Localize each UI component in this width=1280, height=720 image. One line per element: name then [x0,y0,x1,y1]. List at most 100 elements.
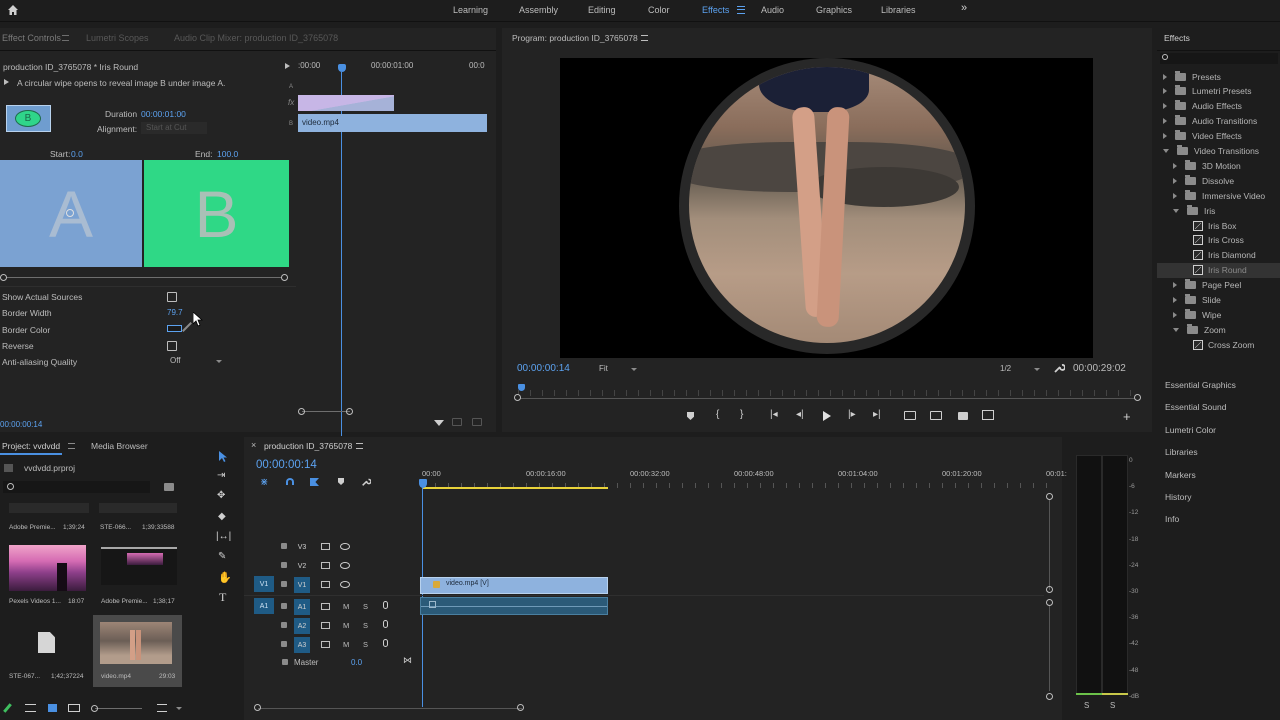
chevron-right-icon[interactable] [1163,88,1167,95]
play-triangle-icon[interactable] [285,63,290,69]
mini-clip[interactable]: video.mp4 [298,114,487,132]
solo-button[interactable]: S [363,621,368,630]
program-timecode[interactable]: 00:00:00:14 [517,363,570,374]
mark-out-icon[interactable]: } [740,409,743,420]
nav-graphics[interactable]: Graphics [816,5,852,15]
mute-button[interactable]: M [343,621,349,630]
solo-button[interactable]: S [363,640,368,649]
wrench-icon[interactable] [361,477,372,489]
magnet-icon[interactable] [286,478,294,485]
video-frame[interactable] [560,58,1093,358]
chevron-right-icon[interactable] [1173,177,1177,184]
eye-icon[interactable] [340,581,350,588]
linked-selection-icon[interactable] [310,478,319,486]
eyedropper-icon[interactable] [182,322,192,332]
resolution-dropdown[interactable]: 1/2 [1000,364,1042,373]
sync-lock-icon[interactable] [321,622,330,629]
sync-lock-icon[interactable] [321,581,330,588]
type-tool-icon[interactable]: T [219,590,226,605]
chevron-right-icon[interactable] [1173,282,1177,289]
chevron-right-icon[interactable] [1163,118,1167,125]
pencil-icon[interactable] [3,703,12,713]
effects-tree-item[interactable]: Audio Transitions [1157,114,1280,129]
menu-icon[interactable] [68,443,75,449]
menu-icon[interactable] [356,443,363,449]
scrub-start-handle[interactable] [514,394,521,401]
lock-icon[interactable] [281,641,287,647]
effects-tree-item[interactable]: Video Effects [1157,129,1280,144]
reverse-checkbox[interactable] [167,341,177,351]
h-scroll-handle[interactable] [517,704,524,711]
effects-search-field[interactable] [1160,53,1278,64]
chevron-right-icon[interactable] [1173,297,1177,303]
extract-icon[interactable] [930,411,942,420]
effects-tree-item[interactable]: Wipe [1157,307,1280,322]
fit-dropdown[interactable]: Fit [599,364,641,373]
lock-icon[interactable] [281,562,287,568]
close-icon[interactable]: × [251,440,256,450]
effects-tree-item[interactable]: Iris Diamond [1157,248,1280,263]
microphone-icon[interactable] [383,639,388,647]
play-icon[interactable] [823,411,831,421]
effects-tree-item[interactable]: Iris Cross [1157,233,1280,248]
side-panel-item[interactable]: Info [1157,508,1280,530]
side-panel-item[interactable]: Essential Graphics [1157,374,1280,396]
chevron-right-icon[interactable] [1173,311,1177,318]
pen-tool-icon[interactable]: ✎ [218,551,226,562]
v-scroll-handle[interactable] [1046,599,1053,606]
chevron-down-icon[interactable] [1163,149,1169,153]
track-target-v1[interactable]: V1 [294,577,310,593]
selection-tool-icon[interactable] [219,451,229,465]
nav-editing[interactable]: Editing [588,5,616,15]
mute-button[interactable]: M [343,640,349,649]
nav-assembly[interactable]: Assembly [519,5,558,15]
effects-tree-item[interactable]: Zoom [1157,322,1280,337]
effects-tree-item[interactable]: Iris [1157,203,1280,218]
slider-start-handle[interactable] [0,274,7,281]
scrub-end-handle[interactable] [1134,394,1141,401]
sync-lock-icon[interactable] [321,641,330,648]
track-target-a3[interactable]: A3 [294,637,310,653]
duration-value[interactable]: 00:00:01:00 [141,109,186,119]
project-search-field[interactable] [3,481,150,493]
effects-tree-item[interactable]: Immersive Video [1157,188,1280,203]
microphone-icon[interactable] [383,601,388,609]
chevron-right-icon[interactable] [1173,162,1177,169]
transition-bar[interactable] [298,95,394,111]
add-marker-icon[interactable] [687,412,694,420]
menu-icon[interactable] [737,6,745,14]
work-area-bar[interactable] [422,487,608,489]
go-to-in-icon[interactable]: |◂ [770,409,778,420]
tab-project[interactable]: Project: vvdvdd [2,441,60,451]
tab-audio-clip-mixer[interactable]: Audio Clip Mixer: production ID_3765078 [174,33,338,43]
effects-tree-item[interactable]: 3D Motion [1157,158,1280,173]
v-scroll-handle[interactable] [1046,693,1053,700]
slider-end-handle[interactable] [281,274,288,281]
sync-lock-icon[interactable] [321,543,330,550]
go-to-out-icon[interactable]: ▸| [873,409,881,420]
sort-icon[interactable] [157,704,167,712]
show-actual-sources-checkbox[interactable] [167,292,177,302]
lock-icon[interactable] [281,622,287,628]
add-marker-icon[interactable] [338,478,344,485]
project-item[interactable] [9,503,89,513]
source-a1[interactable]: A1 [254,598,274,614]
track-target-a1[interactable]: A1 [294,599,310,615]
master-value[interactable]: 0.0 [351,658,362,667]
video-clip[interactable]: video.mp4 [V] [420,577,608,594]
sync-lock-icon[interactable] [321,603,330,610]
preview-a[interactable]: A [0,160,142,267]
tab-effect-controls[interactable]: Effect Controls [2,33,61,43]
effects-tree-item[interactable]: Video Transitions [1157,144,1280,159]
project-item-selected[interactable]: video.mp4 29:03 [93,615,182,687]
hand-tool-icon[interactable]: ✋ [218,571,232,584]
project-thumb-sunset[interactable] [9,545,86,591]
snap-icon[interactable]: ⋇ [260,477,268,488]
mark-in-icon[interactable]: { [716,409,719,420]
solo-right-button[interactable]: S [1110,701,1115,710]
effects-tree-item[interactable]: Iris Round [1157,262,1280,278]
wrench-icon[interactable] [1053,362,1066,376]
zoom-handle[interactable] [91,705,98,712]
v-scroll-handle[interactable] [1046,586,1053,593]
add-button-icon[interactable]: + [1123,409,1131,424]
